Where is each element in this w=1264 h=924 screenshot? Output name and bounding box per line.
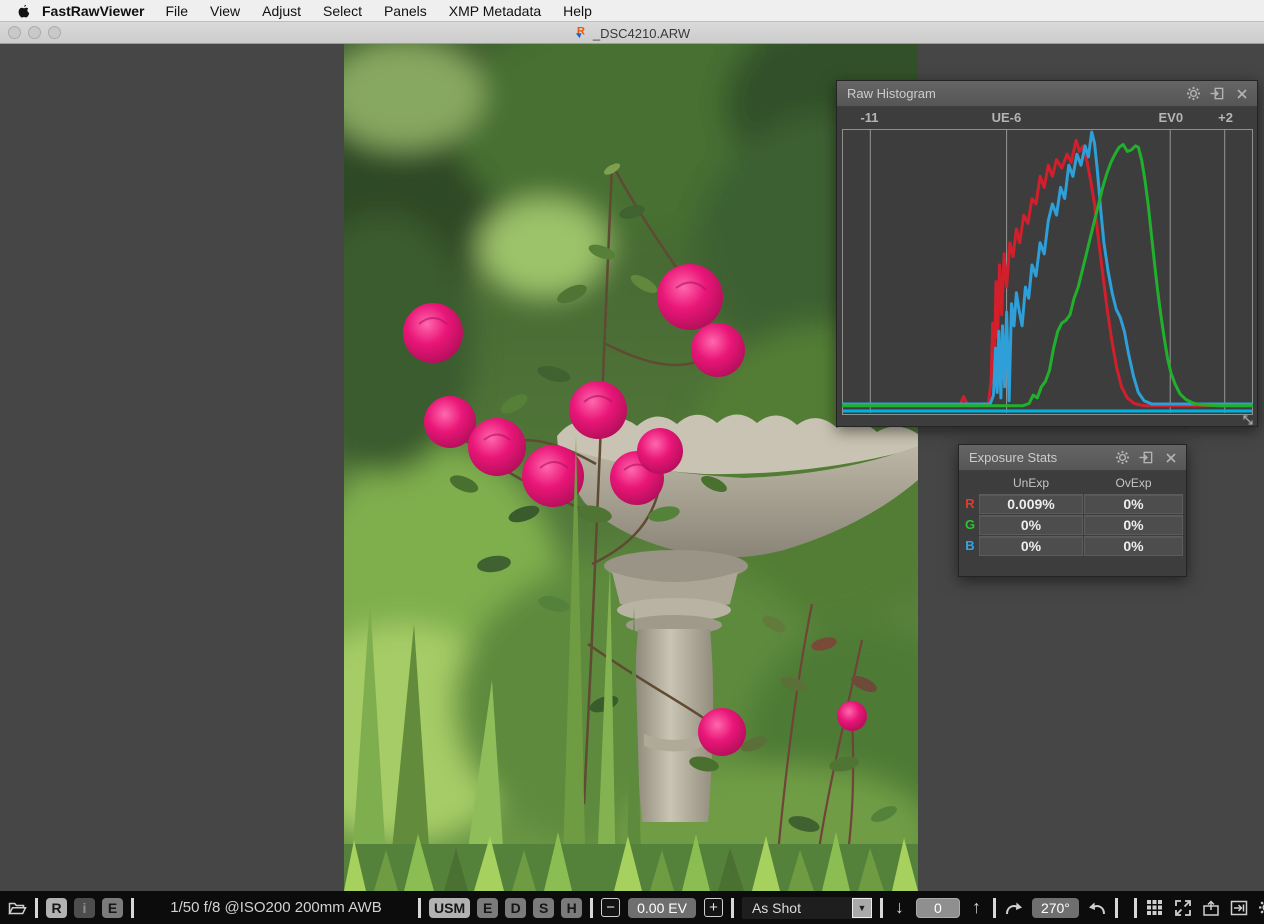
window-title-bar: R _DSC4210.ARW	[0, 22, 1264, 44]
status-bar: R i E 1/50 f/8 @ISO200 200mm AWB USM E D…	[0, 891, 1264, 924]
sharpen-d-button[interactable]: D	[505, 898, 526, 918]
document-title: R _DSC4210.ARW	[0, 22, 1264, 44]
exif-toggle-button[interactable]: E	[102, 898, 123, 918]
tick-plus2: +2	[1218, 110, 1233, 125]
dock-panel-icon[interactable]	[1139, 450, 1154, 465]
raw-histogram-header[interactable]: Raw Histogram	[837, 81, 1257, 107]
next-file-arrow-icon[interactable]: ↑	[968, 897, 985, 918]
close-icon[interactable]	[1234, 86, 1249, 101]
fastrawviewer-file-icon: R	[574, 24, 589, 42]
exposure-stats-header[interactable]: Exposure Stats	[959, 445, 1186, 471]
image-canvas: Raw Histogram	[0, 44, 1264, 891]
channel-b-label: B	[962, 536, 978, 556]
g-unexp-value: 0%	[979, 515, 1083, 535]
settings-gear-icon[interactable]	[1257, 898, 1264, 918]
folder-open-icon[interactable]	[7, 898, 27, 918]
photo-roses-birdbath	[344, 44, 918, 891]
menu-help[interactable]: Help	[552, 3, 603, 19]
fullscreen-icon[interactable]	[1173, 898, 1193, 918]
column-unexp: UnExp	[979, 474, 1083, 493]
white-balance-dropdown[interactable]: As Shot ▼	[742, 897, 872, 919]
exposure-minus-button[interactable]: −	[601, 898, 620, 917]
sharpen-h-button[interactable]: H	[561, 898, 582, 918]
r-ovexp-value: 0%	[1084, 494, 1183, 514]
exposure-stats-panel: Exposure Stats	[958, 444, 1187, 577]
tick-ue6: UE-6	[992, 110, 1022, 125]
menu-file[interactable]: File	[154, 3, 199, 19]
resize-grip-icon[interactable]	[1242, 413, 1254, 425]
r-unexp-value: 0.009%	[979, 494, 1083, 514]
gear-icon[interactable]	[1115, 450, 1130, 465]
usm-button[interactable]: USM	[429, 898, 470, 918]
channel-r-label: R	[962, 494, 978, 514]
white-balance-value: As Shot	[752, 900, 801, 916]
menu-panels[interactable]: Panels	[373, 3, 438, 19]
rotate-ccw-icon[interactable]	[1087, 898, 1107, 918]
pass-to-next-icon[interactable]	[1229, 898, 1249, 918]
exposure-value: 0.00 EV	[628, 898, 696, 918]
column-ovexp: OvExp	[1084, 474, 1183, 493]
external-program-icon[interactable]	[1201, 898, 1221, 918]
dock-panel-icon[interactable]	[1210, 86, 1225, 101]
menu-bar: FastRawViewer File View Adjust Select Pa…	[0, 0, 1264, 22]
close-icon[interactable]	[1163, 450, 1178, 465]
sharpen-e-button[interactable]: E	[477, 898, 498, 918]
channel-g-label: G	[962, 515, 978, 535]
grid-view-icon[interactable]	[1145, 898, 1165, 918]
exposure-plus-button[interactable]: +	[704, 898, 723, 917]
b-ovexp-value: 0%	[1084, 536, 1183, 556]
exposure-stats-table: UnExp OvExp R 0.009% 0% G 0% 0% B 0% 0%	[959, 471, 1186, 556]
menu-adjust[interactable]: Adjust	[251, 3, 312, 19]
menu-view[interactable]: View	[199, 3, 251, 19]
raw-toggle-button[interactable]: R	[46, 898, 67, 918]
prev-file-arrow-icon[interactable]: ↓	[891, 897, 908, 918]
info-toggle-button[interactable]: i	[74, 898, 95, 918]
raw-histogram-panel: Raw Histogram	[836, 80, 1258, 427]
filename-label: _DSC4210.ARW	[593, 26, 690, 41]
histogram-ev-scale: -11 UE-6 EV0 +2	[842, 110, 1253, 127]
menu-app-name[interactable]: FastRawViewer	[42, 3, 144, 19]
rotate-cw-icon[interactable]	[1004, 898, 1024, 918]
sharpen-s-button[interactable]: S	[533, 898, 554, 918]
tick-ev0: EV0	[1159, 110, 1184, 125]
g-ovexp-value: 0%	[1084, 515, 1183, 535]
exposure-stats-title: Exposure Stats	[969, 450, 1115, 465]
gear-icon[interactable]	[1186, 86, 1201, 101]
rotation-value: 270°	[1032, 898, 1079, 918]
raw-histogram-title: Raw Histogram	[847, 86, 1186, 101]
tick-minus11: -11	[860, 110, 878, 125]
menu-xmp-metadata[interactable]: XMP Metadata	[438, 3, 552, 19]
rating-value: 0	[916, 898, 960, 918]
menu-select[interactable]: Select	[312, 3, 373, 19]
chevron-down-icon[interactable]: ▼	[852, 898, 872, 918]
exif-summary: 1/50 f/8 @ISO200 200mm AWB	[142, 899, 410, 916]
b-unexp-value: 0%	[979, 536, 1083, 556]
apple-logo-icon[interactable]	[10, 3, 36, 19]
histogram-plot	[842, 129, 1253, 415]
